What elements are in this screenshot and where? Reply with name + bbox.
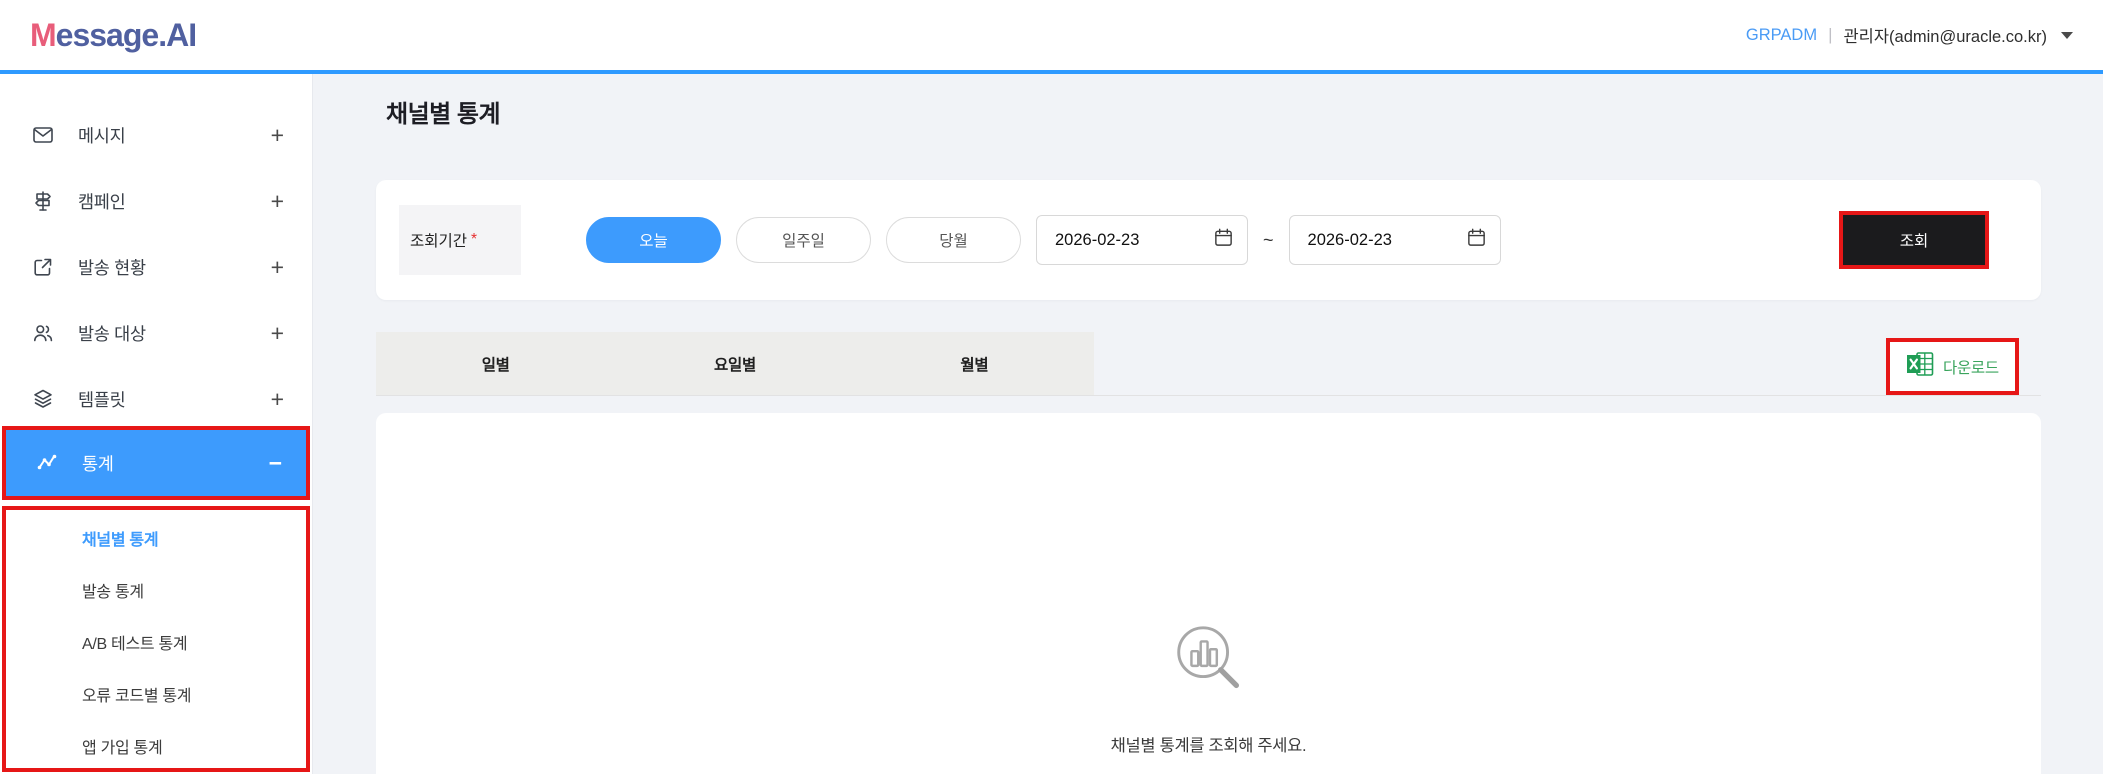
- calendar-icon[interactable]: [1213, 227, 1234, 253]
- mail-icon: [30, 123, 56, 147]
- logo-text-rest: essage.AI: [55, 16, 197, 53]
- sidebar-item-label: 캠페인: [78, 191, 126, 212]
- tab-weekday[interactable]: 요일별: [615, 332, 854, 396]
- annotation-stats-highlight: 통계 −: [2, 426, 310, 500]
- tab-daily[interactable]: 일별: [376, 332, 615, 396]
- plus-icon[interactable]: +: [271, 254, 284, 281]
- app-logo: Message.AI: [30, 16, 197, 54]
- main-content: 채널별 통계 조회기간 * 오늘 일주일 당월 ~: [314, 74, 2103, 774]
- top-header: Message.AI GRPADM | 관리자(admin@uracle.co.…: [0, 0, 2103, 74]
- download-label: 다운로드: [1943, 359, 1999, 377]
- sidebar-item-message[interactable]: 메시지 +: [0, 102, 312, 168]
- date-from-input[interactable]: [1055, 230, 1185, 250]
- sidebar-item-label: 메시지: [78, 125, 126, 146]
- account-menu[interactable]: GRPADM | 관리자(admin@uracle.co.kr): [1746, 23, 2073, 47]
- sidebar-item-label: 발송 대상: [78, 323, 146, 344]
- account-divider: |: [1828, 25, 1833, 44]
- plus-icon[interactable]: +: [271, 386, 284, 413]
- sidebar-subitem-ab-test-stats[interactable]: A/B 테스트 통계: [6, 616, 306, 668]
- date-to-input[interactable]: [1307, 230, 1438, 250]
- page-title: 채널별 통계: [386, 101, 501, 128]
- line-chart-icon: [34, 451, 60, 475]
- sidebar-item-template[interactable]: 템플릿 +: [0, 366, 312, 432]
- annotation-download-highlight: 다운로드: [1886, 338, 2019, 395]
- plus-icon[interactable]: +: [271, 320, 284, 347]
- group-code: GRPADM: [1745, 25, 1818, 44]
- users-icon: [30, 321, 56, 345]
- empty-message: 채널별 통계를 조회해 주세요.: [1110, 737, 1307, 755]
- sidebar-item-recipients[interactable]: 발송 대상 +: [0, 300, 312, 366]
- filter-card: 조회기간 * 오늘 일주일 당월 ~ 조회: [376, 180, 2041, 300]
- sidebar-subitem-channel-stats[interactable]: 채널별 통계: [6, 512, 306, 564]
- sidebar-item-label: 통계: [82, 453, 114, 474]
- sidebar-item-campaign[interactable]: 캠페인 +: [0, 168, 312, 234]
- chart-search-icon: [1168, 619, 1250, 706]
- sidebar-subitem-app-join-stats[interactable]: 앱 가입 통계: [6, 720, 306, 768]
- stats-tabs: 일별 요일별 월별: [376, 332, 1094, 396]
- sidebar-item-label: 발송 현황: [78, 257, 146, 278]
- quick-range-week-button[interactable]: 일주일: [736, 217, 871, 263]
- app-window: Message.AI GRPADM | 관리자(admin@uracle.co.…: [0, 0, 2103, 774]
- quick-range-today-button[interactable]: 오늘: [586, 217, 721, 263]
- period-label: 조회기간 *: [399, 205, 521, 275]
- plus-icon[interactable]: +: [271, 122, 284, 149]
- sidebar: 메시지 + 캠페인 + 발송 현황 + 발송 대상 + 템플릿 + 통계 − 채…: [0, 74, 313, 774]
- stats-result-panel: 채널별 통계를 조회해 주세요.: [376, 413, 2041, 774]
- quick-range-month-button[interactable]: 당월: [886, 217, 1021, 263]
- annotation-submenu-highlight: 채널별 통계 발송 통계 A/B 테스트 통계 오류 코드별 통계 앱 가입 통…: [2, 506, 310, 772]
- external-link-icon: [30, 255, 56, 279]
- excel-download-button[interactable]: 다운로드: [1890, 342, 2015, 391]
- sidebar-item-send-status[interactable]: 발송 현황 +: [0, 234, 312, 300]
- sidebar-subitem-send-stats[interactable]: 발송 통계: [6, 564, 306, 616]
- search-button[interactable]: 조회: [1843, 215, 1985, 265]
- date-from-field[interactable]: [1036, 215, 1248, 265]
- chevron-down-icon[interactable]: [2061, 31, 2073, 39]
- plus-icon[interactable]: +: [271, 188, 284, 215]
- tab-monthly[interactable]: 월별: [855, 332, 1094, 396]
- calendar-icon[interactable]: [1466, 227, 1487, 253]
- section-divider: [376, 395, 2041, 396]
- range-separator: ~: [1263, 229, 1274, 250]
- logo-text-m: M: [30, 16, 57, 53]
- annotation-search-highlight: 조회: [1839, 211, 1989, 269]
- layers-icon: [30, 387, 56, 411]
- sidebar-subitem-error-code-stats[interactable]: 오류 코드별 통계: [6, 668, 306, 720]
- user-name: 관리자(admin@uracle.co.kr): [1843, 28, 2048, 46]
- empty-state: 채널별 통계를 조회해 주세요.: [376, 413, 2041, 756]
- signpost-icon: [30, 189, 56, 213]
- excel-icon: [1906, 351, 1934, 382]
- required-mark: *: [471, 231, 478, 248]
- date-to-field[interactable]: [1288, 215, 1501, 265]
- minus-icon[interactable]: −: [269, 450, 282, 477]
- period-label-text: 조회기간: [410, 233, 468, 250]
- sidebar-item-label: 템플릿: [78, 389, 126, 410]
- sidebar-item-stats[interactable]: 통계 −: [6, 430, 306, 496]
